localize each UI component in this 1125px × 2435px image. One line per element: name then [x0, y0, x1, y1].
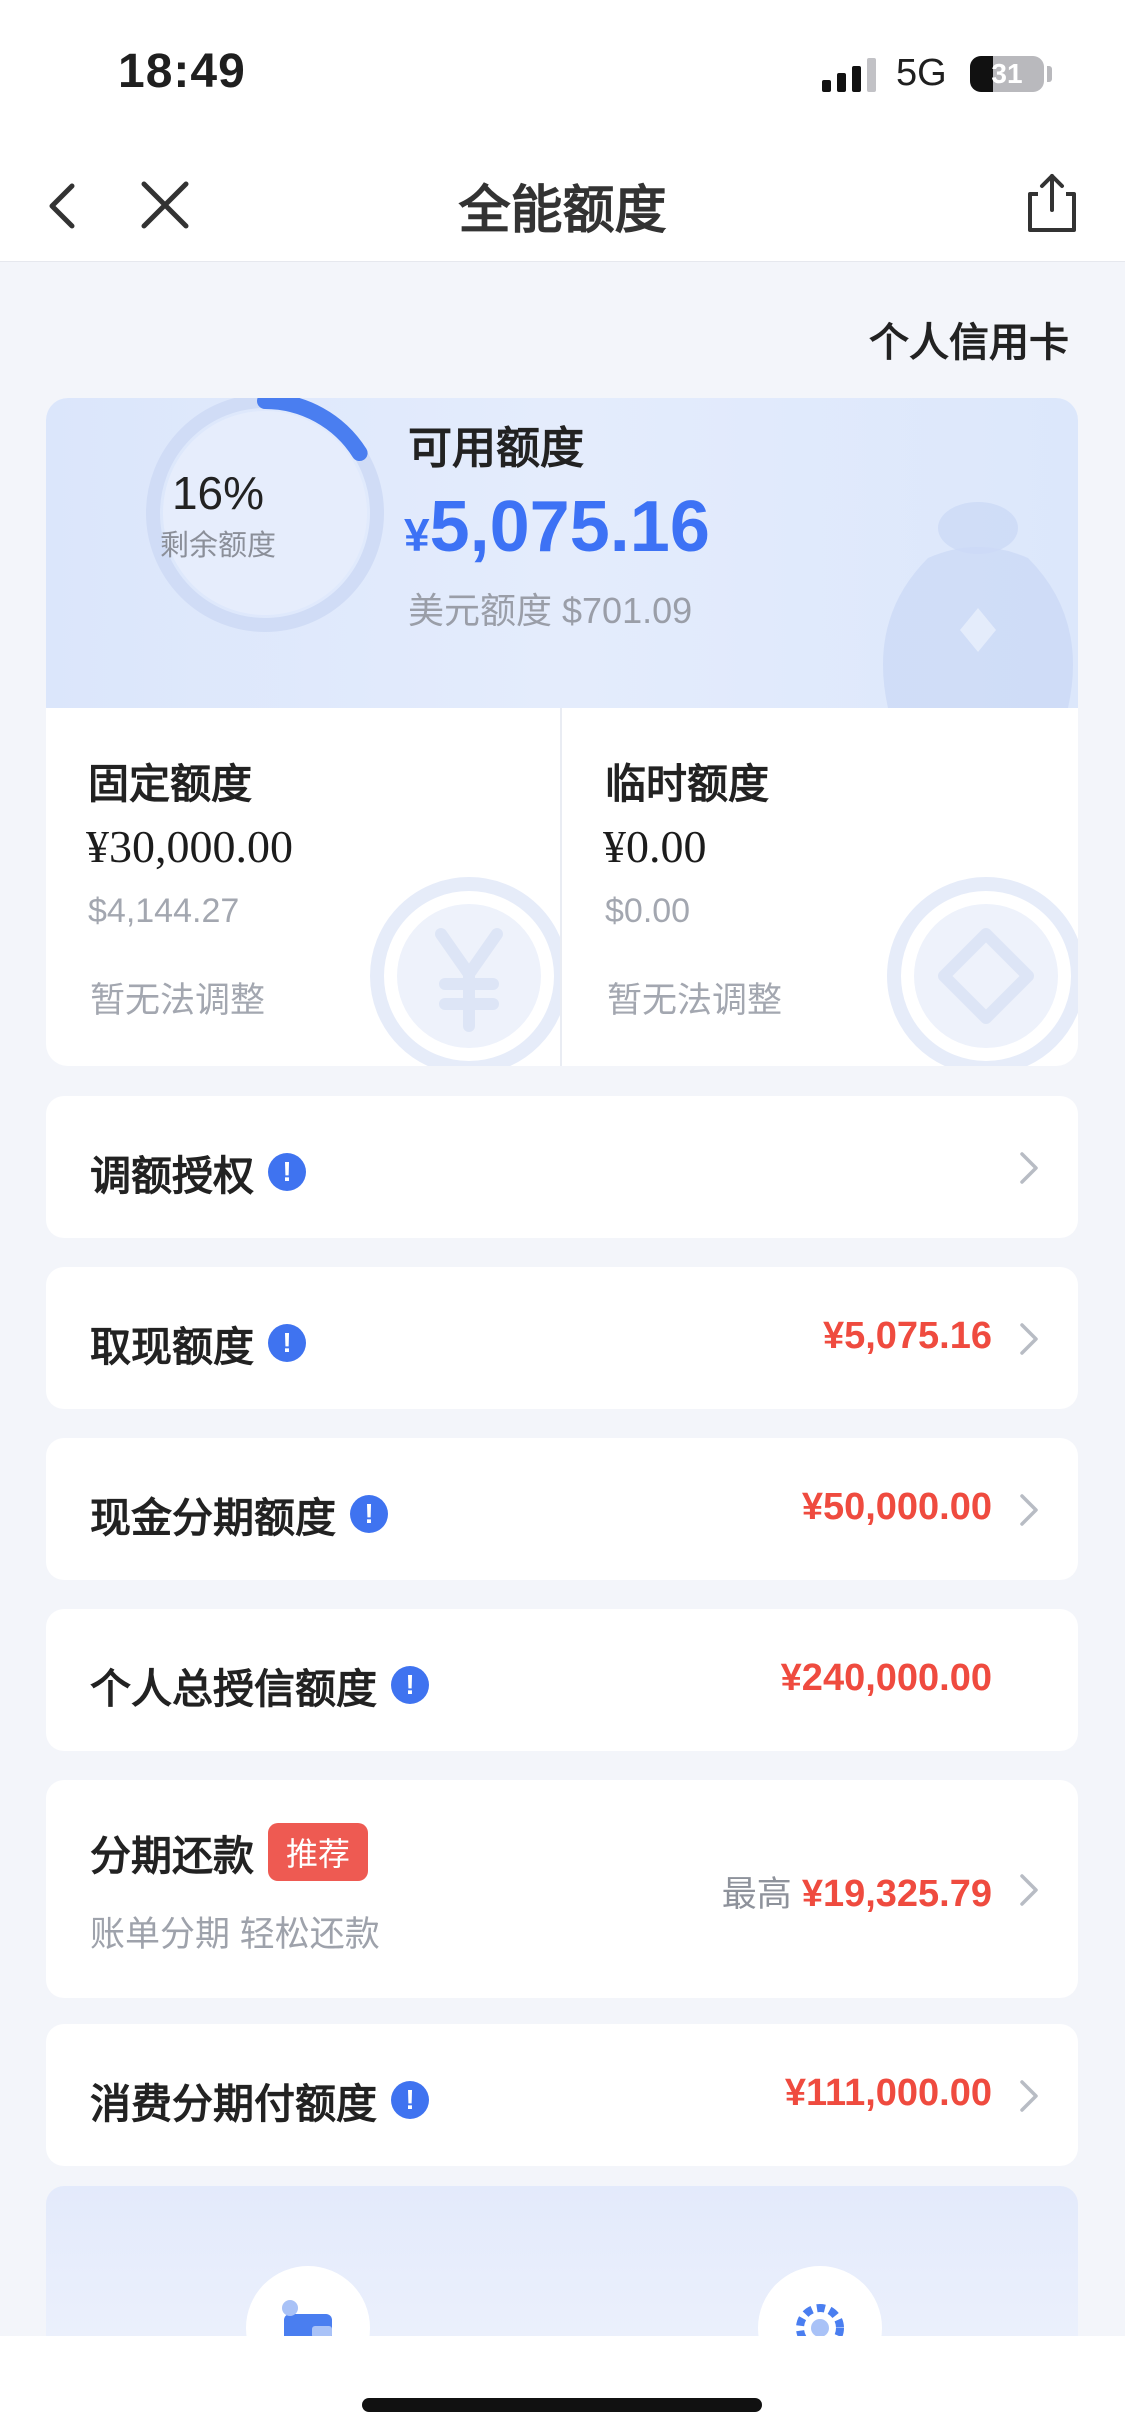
nav-bar: 全能额度: [0, 150, 1125, 262]
diamond-coin-icon: [887, 877, 1078, 1066]
chevron-right-icon: [1020, 2080, 1038, 2112]
available-amount-value: 5,075.16: [429, 487, 710, 567]
adjust-authorization-label: 调额授权: [90, 1153, 254, 1199]
cash-withdrawal-amount: ¥5,075.16: [822, 1315, 992, 1357]
consumer-installment-label: 消费分期付额度: [90, 2081, 377, 2127]
available-amount: ¥5,075.16: [404, 486, 710, 568]
page: 18:49 5G 31 全能额度 个人信用卡 16% 剩余额度 可用额度 ¥5,…: [0, 0, 1125, 2435]
money-bag-illustration: [883, 502, 1073, 708]
row-label-wrap: 分期还款 推荐: [90, 1822, 369, 1882]
chevron-right-icon: [1020, 1323, 1038, 1355]
temporary-quota-title: 临时额度: [605, 761, 769, 807]
temporary-quota-panel: 临时额度 ¥0.00 $0.00 暂无法调整: [563, 708, 1078, 1066]
total-credit-label: 个人总授信额度: [90, 1666, 377, 1712]
row-label-wrap: 取现额度 !: [90, 1313, 306, 1373]
cash-installment-row[interactable]: 现金分期额度 ! ¥50,000.00: [46, 1438, 1078, 1580]
installment-max-value: ¥19,325.79: [801, 1873, 992, 1915]
status-time: 18:49: [118, 45, 246, 98]
total-credit-row[interactable]: 个人总授信额度 ! ¥240,000.00: [46, 1609, 1078, 1751]
fixed-quota-amount: ¥30,000.00: [86, 821, 293, 872]
home-indicator[interactable]: [362, 2398, 762, 2412]
signal-icon: [822, 58, 876, 92]
card-type-selector[interactable]: 个人信用卡: [869, 310, 1069, 368]
bottom-safe-area: [0, 2336, 1125, 2435]
recommended-badge: 推荐: [268, 1823, 369, 1881]
chevron-right-icon: [1020, 1152, 1038, 1184]
max-prefix: 最高: [721, 1875, 792, 1914]
status-bar: 18:49 5G 31: [0, 0, 1125, 150]
consumer-installment-row[interactable]: 消费分期付额度 ! ¥111,000.00: [46, 2024, 1078, 2166]
quota-divider: [560, 708, 562, 1066]
remaining-label: 剩余额度: [159, 530, 276, 562]
page-title: 全能额度: [458, 182, 667, 240]
credit-summary-card: 16% 剩余额度 可用额度 ¥5,075.16 美元额度 $701.09 固定额…: [46, 398, 1078, 1066]
yuan-coin-icon: [370, 877, 561, 1066]
available-label: 可用额度: [408, 424, 584, 473]
total-credit-amount: ¥240,000.00: [780, 1657, 992, 1699]
fixed-quota-title: 固定额度: [88, 761, 252, 807]
fixed-quota-panel: 固定额度 ¥30,000.00 $4,144.27 暂无法调整: [46, 708, 561, 1066]
chevron-right-icon: [1020, 1874, 1038, 1906]
battery-cap: [1047, 66, 1052, 82]
row-label-wrap: 调额授权 !: [90, 1142, 306, 1202]
info-icon[interactable]: !: [268, 1153, 306, 1191]
installment-max-amount: 最高 ¥19,325.79: [722, 1866, 992, 1917]
usd-limit: 美元额度 $701.09: [408, 590, 693, 631]
currency-symbol: ¥: [404, 509, 430, 561]
info-icon[interactable]: !: [350, 1495, 388, 1533]
cash-installment-amount: ¥50,000.00: [801, 1486, 992, 1528]
cash-installment-label: 现金分期额度: [90, 1495, 336, 1541]
installment-repayment-label: 分期还款: [90, 1833, 254, 1879]
info-icon[interactable]: !: [391, 2081, 429, 2119]
network-type: 5G: [896, 52, 947, 94]
cash-withdrawal-label: 取现额度: [90, 1324, 254, 1370]
battery-icon: 31: [970, 56, 1044, 92]
temporary-quota-usd: $0.00: [605, 892, 691, 930]
quota-breakdown: 固定额度 ¥30,000.00 $4,144.27 暂无法调整 临时额度 ¥0.…: [46, 708, 1078, 1066]
adjust-authorization-row[interactable]: 调额授权 !: [46, 1096, 1078, 1238]
cash-withdrawal-row[interactable]: 取现额度 ! ¥5,075.16: [46, 1267, 1078, 1409]
info-icon[interactable]: !: [268, 1324, 306, 1362]
chevron-right-icon: [1020, 1494, 1038, 1526]
row-label-wrap: 现金分期额度 !: [90, 1484, 388, 1544]
consumer-installment-amount: ¥111,000.00: [784, 2072, 992, 2114]
share-icon[interactable]: [1020, 168, 1084, 238]
available-credit-panel: 16% 剩余额度 可用额度 ¥5,075.16 美元额度 $701.09: [46, 398, 1078, 708]
row-label-wrap: 消费分期付额度 !: [90, 2070, 429, 2130]
installment-repayment-row[interactable]: 分期还款 推荐 账单分期 轻松还款 最高 ¥19,325.79: [46, 1780, 1078, 1998]
row-label-wrap: 个人总授信额度 !: [90, 1655, 429, 1715]
fixed-quota-usd: $4,144.27: [88, 892, 240, 930]
temporary-quota-amount: ¥0.00: [603, 821, 707, 872]
info-icon[interactable]: !: [391, 1666, 429, 1704]
fixed-quota-note: 暂无法调整: [90, 981, 266, 1020]
temporary-quota-note: 暂无法调整: [607, 981, 783, 1020]
remaining-percent: 16%: [171, 467, 265, 519]
battery-level: 31: [991, 58, 1023, 89]
installment-repayment-subtitle: 账单分期 轻松还款: [90, 1915, 380, 1954]
